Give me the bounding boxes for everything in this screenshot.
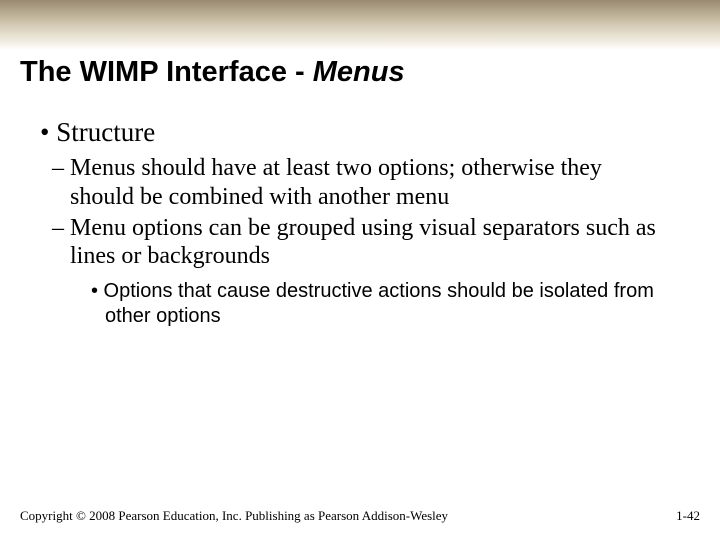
- bullet-level1: • Structure: [20, 117, 700, 148]
- slide-footer: Copyright © 2008 Pearson Education, Inc.…: [0, 508, 720, 524]
- copyright-text: Copyright © 2008 Pearson Education, Inc.…: [20, 508, 448, 524]
- page-number: 1-42: [676, 508, 700, 524]
- bullet-level2-b: – Menu options can be grouped using visu…: [20, 214, 700, 272]
- bullet-level2-a: – Menus should have at least two options…: [20, 154, 700, 212]
- bullet-level3: • Options that cause destructive actions…: [20, 279, 700, 329]
- title-italic: Menus: [313, 56, 405, 88]
- header-gradient-band: [0, 0, 720, 50]
- title-main: The WIMP Interface -: [20, 56, 313, 88]
- slide-content: • Structure – Menus should have at least…: [0, 99, 720, 329]
- slide-title: The WIMP Interface - Menus: [0, 50, 720, 99]
